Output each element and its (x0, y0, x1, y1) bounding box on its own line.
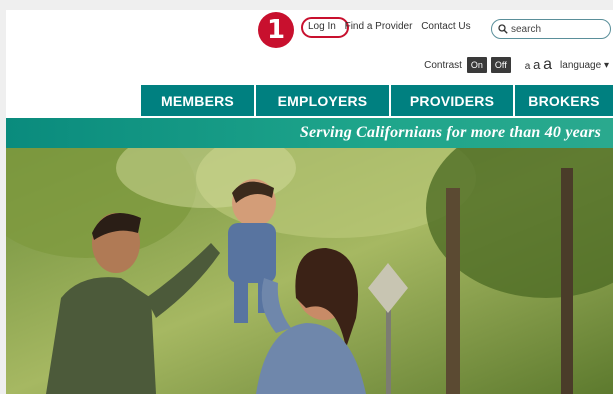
language-dropdown[interactable]: language ▾ (560, 60, 609, 71)
find-provider-link[interactable]: Find a Provider (345, 21, 413, 32)
contact-us-link[interactable]: Contact Us (421, 21, 470, 32)
language-label: language (560, 59, 602, 71)
search-placeholder: search (511, 23, 542, 35)
step-number: 1 (266, 15, 286, 45)
accessibility-controls: Contrast On Off a a a language ▾ (424, 55, 609, 75)
nav-providers[interactable]: PROVIDERS (391, 85, 515, 116)
nav-members[interactable]: MEMBERS (141, 85, 256, 116)
contrast-label: Contrast (424, 59, 462, 71)
nav-brokers[interactable]: BROKERS (515, 85, 613, 116)
text-size-small[interactable]: a (525, 61, 531, 72)
text-size-controls: a a a (525, 56, 552, 74)
text-size-medium[interactable]: a (533, 57, 540, 72)
hero-image (6, 148, 613, 394)
main-nav: MEMBERS EMPLOYERS PROVIDERS BROKERS (141, 85, 613, 116)
tagline-banner: Serving Californians for more than 40 ye… (6, 118, 613, 148)
utility-links: Log In Find a Provider Contact Us (308, 21, 477, 32)
search-icon (498, 24, 508, 34)
contrast-off-button[interactable]: Off (490, 57, 511, 73)
text-size-large[interactable]: a (543, 56, 552, 73)
browser-page: 1 Log In Find a Provider Contact Us sear… (6, 10, 613, 394)
nav-employers[interactable]: EMPLOYERS (256, 85, 391, 116)
login-link[interactable]: Log In (308, 21, 336, 32)
family-photo (6, 148, 613, 394)
step-badge: 1 (258, 12, 294, 48)
chevron-down-icon: ▾ (603, 59, 609, 71)
utility-bar: 1 Log In Find a Provider Contact Us sear… (6, 10, 613, 48)
tagline-text: Serving Californians for more than 40 ye… (299, 124, 601, 141)
search-input[interactable]: search (491, 19, 611, 39)
contrast-on-button[interactable]: On (466, 57, 487, 73)
